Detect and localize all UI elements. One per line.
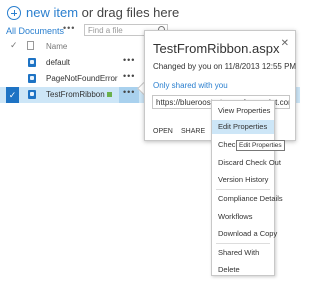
view-all-documents[interactable]: All Documents [6,26,64,36]
file-type-column-icon [27,41,34,50]
menu-item-edit-properties[interactable]: Edit Properties [212,120,274,134]
row-ellipsis-button[interactable]: ••• [123,71,135,81]
new-item-plus-icon[interactable] [7,6,21,20]
tooltip-edit-properties: Edit Properties [236,140,285,151]
menu-item-download-copy[interactable]: Download a Copy [212,227,277,241]
callout-share-button[interactable]: SHARE [181,128,205,135]
callout-title: TestFromRibbon.aspx [153,41,280,56]
menu-item-compliance-details[interactable]: Compliance Details [212,192,283,206]
select-all-check-icon[interactable]: ✓ [10,40,18,51]
drag-files-text: or drag files here [78,5,180,20]
menu-separator [216,189,270,190]
row-selected-check-icon[interactable]: ✓ [6,87,19,103]
menu-item-view-properties[interactable]: View Properties [212,104,274,118]
context-menu: View Properties Edit Properties Check Ou… [211,100,283,277]
find-file-placeholder: Find a file [88,26,123,35]
aspx-file-icon [28,58,36,67]
callout-shared-link[interactable]: Only shared with you [153,81,228,90]
file-name[interactable]: PageNotFoundError [46,74,118,83]
callout-changed-by: Changed by you on 11/8/2013 12:55 PM [153,62,297,71]
file-name[interactable]: default [46,58,70,67]
new-item-link[interactable]: new item [26,5,78,20]
menu-item-workflows[interactable]: Workflows [212,210,274,224]
view-options-ellipsis[interactable]: ••• [63,23,75,33]
aspx-file-icon [28,90,36,99]
aspx-file-icon [28,74,36,83]
menu-item-delete[interactable]: Delete [212,263,274,277]
menu-item-version-history[interactable]: Version History [212,173,274,187]
menu-item-discard-check-out[interactable]: Discard Check Out [212,156,281,170]
new-item-bar: new item or drag files here [26,5,179,20]
close-icon[interactable]: ✕ [281,38,289,49]
menu-separator [216,243,270,244]
file-name[interactable]: TestFromRibbon [46,90,112,99]
callout-open-button[interactable]: OPEN [153,128,173,135]
row-ellipsis-button[interactable]: ••• [123,55,135,65]
column-header-name[interactable]: Name [46,42,67,51]
checked-out-icon [106,92,112,98]
menu-item-shared-with[interactable]: Shared With [212,246,274,260]
row-ellipsis-button[interactable]: ••• [123,87,135,97]
